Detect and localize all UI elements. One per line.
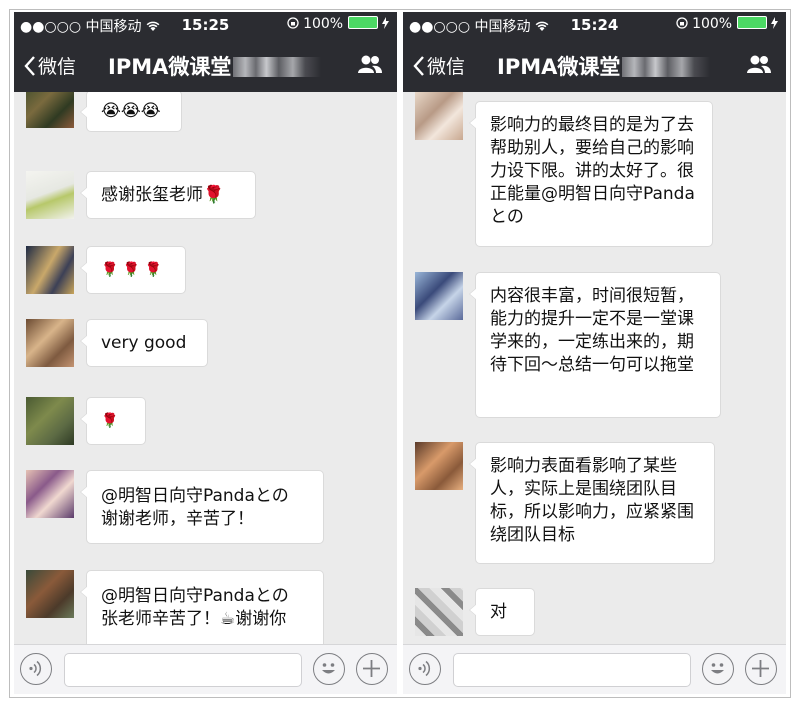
plus-icon [363,660,380,677]
message-bubble[interactable]: 影响力表面看影响了某些人，实际上是围绕团队目标，所以影响力，应紧紧围绕团队目标 [469,442,715,564]
message-bubble[interactable]: very good [80,319,208,367]
battery-icon [736,16,767,29]
emoji-icon [711,663,724,674]
status-bar: ●●○○○ 中国移动 15:24 100% [403,12,786,38]
emoji-button[interactable] [702,653,734,685]
message-bubble[interactable]: @明智日向守Pandaとの 张老师辛苦了！☕谢谢你 [80,570,324,644]
avatar[interactable] [26,319,74,367]
message-bubble[interactable]: @明智日向守Pandaとの 谢谢老师，辛苦了！ [80,470,324,544]
plus-button[interactable] [745,653,777,685]
message-bubble[interactable]: 🌹 🌹 🌹 [80,246,186,294]
message-list: 影响力的最终目的是为了去帮助别人，要给自己的影响力设下限。讲的太好了。很正能量@… [403,92,786,644]
voice-button[interactable] [20,653,52,685]
back-label: 微信 [427,56,466,78]
message-bubble[interactable]: 对 [469,588,535,636]
message-bubble[interactable]: 内容很丰富，时间很短暂，能力的提升一定不是一堂课学来的，一定练出来的，期待下回～… [469,272,721,418]
emoji-button[interactable] [313,653,345,685]
avatar[interactable] [415,588,463,636]
blurred-title-suffix [622,57,711,77]
avatar[interactable] [26,470,74,518]
avatar[interactable] [415,92,463,140]
avatar[interactable] [26,171,74,219]
lock-rotation-icon [286,17,299,29]
group-members-icon[interactable] [746,54,772,74]
back-chevron-icon [24,55,35,76]
message-input[interactable] [64,653,302,687]
charging-icon [382,17,389,29]
avatar[interactable] [26,397,74,445]
voice-icon [418,660,431,677]
plus-icon [752,660,769,677]
avatar[interactable] [26,246,74,294]
avatar[interactable] [415,442,463,490]
back-button[interactable]: 微信 [413,52,465,79]
avatar[interactable] [415,272,463,320]
input-bar [403,644,786,694]
nav-bar: 微信 IPMA微课堂 [14,38,397,92]
chat-title: IPMA微课堂 [108,51,322,81]
status-bar: ●●○○○ 中国移动 15:25 100% [14,12,397,38]
message-input[interactable] [453,653,691,687]
message-bubble[interactable]: 影响力的最终目的是为了去帮助别人，要给自己的影响力设下限。讲的太好了。很正能量@… [469,101,713,247]
voice-button[interactable] [409,653,441,685]
input-bar [14,644,397,694]
phone-screen-right: ●●○○○ 中国移动 15:24 100% 微信 IPMA微课堂 影响力的最终目… [403,12,786,694]
avatar[interactable] [26,92,74,128]
message-bubble[interactable]: 感谢张玺老师🌹 [80,171,256,219]
back-chevron-icon [413,55,424,76]
message-bubble[interactable]: 😭😭😭 [80,92,182,132]
voice-icon [29,660,42,677]
emoji-icon [322,663,335,674]
battery-icon [347,16,378,29]
chat-title: IPMA微课堂 [497,51,711,81]
back-label: 微信 [38,56,77,78]
avatar[interactable] [26,570,74,618]
plus-button[interactable] [356,653,388,685]
phone-screen-left: ●●○○○ 中国移动 15:25 100% 微信 IPMA微课堂 😭😭😭 感谢张… [14,12,397,694]
message-bubble[interactable]: 🌹 [80,397,146,445]
battery-status: 100% [286,16,389,32]
back-button[interactable]: 微信 [24,52,76,79]
blurred-title-suffix [233,57,322,77]
charging-icon [771,17,778,29]
lock-rotation-icon [675,17,688,29]
group-members-icon[interactable] [357,54,383,74]
nav-bar: 微信 IPMA微课堂 [403,38,786,92]
battery-status: 100% [675,16,778,32]
message-list: 😭😭😭 感谢张玺老师🌹 🌹 🌹 🌹 very good 🌹 @明智日向守Pand… [14,92,397,644]
